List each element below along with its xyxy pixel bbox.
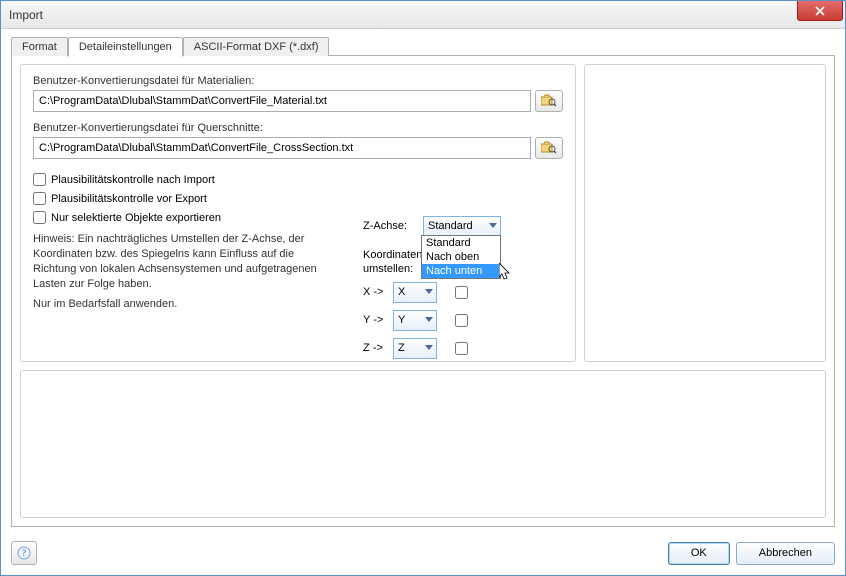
plaus-before-label: Plausibilitätskontrolle vor Export — [51, 193, 207, 205]
svg-text:?: ? — [22, 548, 26, 558]
z-axis-option-nach-unten[interactable]: Nach unten — [422, 264, 500, 278]
content-area: Format Detaileinstellungen ASCII-Format … — [1, 29, 845, 535]
z-axis-option-standard[interactable]: Standard — [422, 236, 500, 250]
tab-format[interactable]: Format — [11, 37, 68, 56]
mirror-z-checkbox[interactable] — [455, 342, 468, 355]
y-to-label: Y -> — [363, 314, 393, 326]
folder-search-icon — [541, 94, 557, 108]
close-button[interactable] — [797, 1, 843, 21]
browse-crosssection-button[interactable] — [535, 137, 563, 159]
preview-group — [584, 64, 826, 362]
crosssection-file-input[interactable] — [33, 137, 531, 159]
tab-detaileinstellungen[interactable]: Detaileinstellungen — [68, 37, 183, 57]
x-axis-select[interactable] — [393, 282, 437, 303]
tab-bar: Format Detaileinstellungen ASCII-Format … — [11, 37, 835, 56]
dialog-footer: ? OK Abbrechen — [11, 541, 835, 565]
plaus-before-export-checkbox[interactable] — [33, 192, 46, 205]
material-file-label: Benutzer-Konvertierungsdatei für Materia… — [33, 75, 563, 87]
titlebar: Import — [1, 1, 845, 29]
z-axis-select[interactable] — [423, 216, 501, 237]
z-axis-map-select[interactable] — [393, 338, 437, 359]
cancel-button[interactable]: Abbrechen — [736, 542, 835, 565]
folder-search-icon — [541, 141, 557, 155]
help-icon: ? — [17, 546, 31, 560]
hint-text-2: Nur im Bedarfsfall anwenden. — [33, 297, 333, 312]
mirror-y-checkbox[interactable] — [455, 314, 468, 327]
help-button[interactable]: ? — [11, 541, 37, 565]
hint-text: Hinweis: Ein nachträgliches Umstellen de… — [33, 232, 333, 291]
window-title: Import — [9, 8, 43, 22]
crosssection-file-label: Benutzer-Konvertierungsdatei für Quersch… — [33, 122, 563, 134]
export-selected-checkbox[interactable] — [33, 211, 46, 224]
bottom-panel — [20, 370, 826, 518]
z-axis-option-nach-oben[interactable]: Nach oben — [422, 250, 500, 264]
x-to-label: X -> — [363, 286, 393, 298]
z-axis-label: Z-Achse: — [363, 220, 423, 232]
tab-ascii-dxf[interactable]: ASCII-Format DXF (*.dxf) — [183, 37, 330, 56]
z-to-label: Z -> — [363, 342, 393, 354]
export-selected-label: Nur selektierte Objekte exportieren — [51, 212, 221, 224]
y-axis-select[interactable] — [393, 310, 437, 331]
settings-group: Benutzer-Konvertierungsdatei für Materia… — [20, 64, 576, 362]
mirror-x-checkbox[interactable] — [455, 286, 468, 299]
close-icon — [815, 6, 825, 16]
coord-swap-label: Koordinaten umstellen: — [363, 249, 421, 277]
material-file-input[interactable] — [33, 90, 531, 112]
browse-material-button[interactable] — [535, 90, 563, 112]
plaus-after-import-checkbox[interactable] — [33, 173, 46, 186]
mouse-cursor-icon — [499, 263, 513, 284]
tab-panel: Benutzer-Konvertierungsdatei für Materia… — [11, 55, 835, 527]
plaus-after-label: Plausibilitätskontrolle nach Import — [51, 174, 215, 186]
z-axis-dropdown-list[interactable]: Standard Nach oben Nach unten — [421, 235, 501, 279]
import-dialog: Import Format Detaileinstellungen ASCII-… — [0, 0, 846, 576]
ok-button[interactable]: OK — [668, 542, 730, 565]
